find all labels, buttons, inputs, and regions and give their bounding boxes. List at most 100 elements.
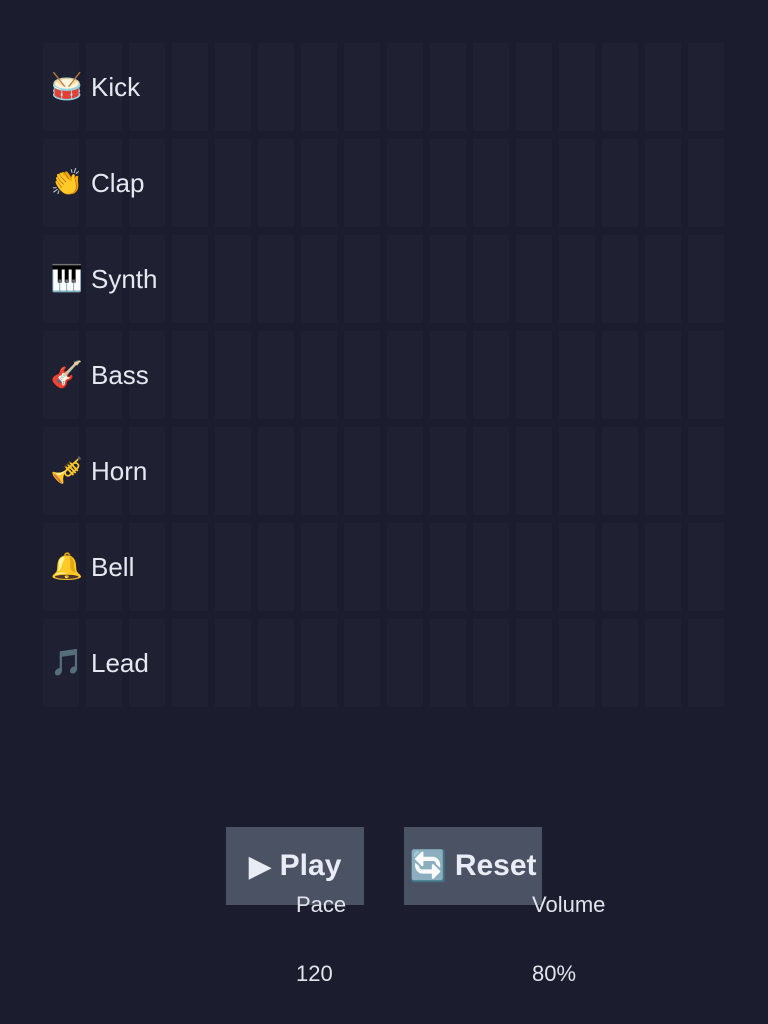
step-cell[interactable] [344, 139, 380, 227]
step-cell[interactable] [430, 43, 466, 131]
step-cell[interactable] [430, 331, 466, 419]
step-cell[interactable] [645, 523, 681, 611]
step-cell[interactable] [387, 331, 423, 419]
step-cell[interactable] [86, 139, 122, 227]
step-cell[interactable] [559, 43, 595, 131]
step-cell[interactable] [86, 619, 122, 707]
step-cell[interactable] [688, 619, 724, 707]
step-cell[interactable] [43, 427, 79, 515]
step-cell[interactable] [473, 235, 509, 323]
step-cell[interactable] [43, 235, 79, 323]
step-cell[interactable] [215, 43, 251, 131]
step-cell[interactable] [301, 523, 337, 611]
step-cell[interactable] [688, 139, 724, 227]
step-cell[interactable] [688, 43, 724, 131]
step-cell[interactable] [86, 331, 122, 419]
step-cell[interactable] [645, 427, 681, 515]
step-cell[interactable] [215, 619, 251, 707]
step-cell[interactable] [602, 619, 638, 707]
step-cell[interactable] [602, 139, 638, 227]
step-cell[interactable] [129, 331, 165, 419]
step-cell[interactable] [215, 331, 251, 419]
step-cell[interactable] [645, 619, 681, 707]
step-cell[interactable] [430, 523, 466, 611]
step-cell[interactable] [387, 427, 423, 515]
step-cell[interactable] [129, 139, 165, 227]
step-cell[interactable] [86, 43, 122, 131]
step-cell[interactable] [688, 427, 724, 515]
step-cell[interactable] [344, 619, 380, 707]
step-cell[interactable] [172, 331, 208, 419]
step-cell[interactable] [258, 619, 294, 707]
step-cell[interactable] [172, 235, 208, 323]
step-cell[interactable] [516, 235, 552, 323]
step-cell[interactable] [344, 235, 380, 323]
step-cell[interactable] [645, 331, 681, 419]
step-cell[interactable] [516, 427, 552, 515]
step-cell[interactable] [559, 619, 595, 707]
pace-value[interactable]: 120 [296, 961, 333, 987]
step-cell[interactable] [387, 235, 423, 323]
step-cell[interactable] [516, 139, 552, 227]
step-cell[interactable] [86, 427, 122, 515]
step-cell[interactable] [215, 235, 251, 323]
step-cell[interactable] [43, 523, 79, 611]
step-cell[interactable] [129, 235, 165, 323]
step-cell[interactable] [129, 619, 165, 707]
step-cell[interactable] [559, 331, 595, 419]
step-cell[interactable] [172, 523, 208, 611]
step-cell[interactable] [559, 139, 595, 227]
step-cell[interactable] [516, 619, 552, 707]
step-cell[interactable] [473, 43, 509, 131]
step-cell[interactable] [43, 619, 79, 707]
step-cell[interactable] [258, 43, 294, 131]
step-cell[interactable] [258, 427, 294, 515]
step-cell[interactable] [258, 235, 294, 323]
step-cell[interactable] [387, 43, 423, 131]
step-cell[interactable] [43, 139, 79, 227]
step-cell[interactable] [559, 427, 595, 515]
step-cell[interactable] [430, 139, 466, 227]
step-cell[interactable] [602, 331, 638, 419]
step-cell[interactable] [129, 523, 165, 611]
step-cell[interactable] [172, 427, 208, 515]
step-cell[interactable] [258, 139, 294, 227]
step-cell[interactable] [344, 523, 380, 611]
step-cell[interactable] [430, 427, 466, 515]
step-cell[interactable] [602, 43, 638, 131]
step-cell[interactable] [473, 523, 509, 611]
step-cell[interactable] [344, 427, 380, 515]
step-cell[interactable] [301, 139, 337, 227]
step-cell[interactable] [172, 43, 208, 131]
step-cell[interactable] [516, 523, 552, 611]
step-cell[interactable] [301, 235, 337, 323]
step-cell[interactable] [688, 235, 724, 323]
step-cell[interactable] [473, 427, 509, 515]
step-cell[interactable] [473, 331, 509, 419]
step-cell[interactable] [387, 139, 423, 227]
step-cell[interactable] [344, 43, 380, 131]
step-cell[interactable] [688, 523, 724, 611]
step-cell[interactable] [258, 331, 294, 419]
step-cell[interactable] [43, 43, 79, 131]
step-cell[interactable] [559, 523, 595, 611]
step-cell[interactable] [215, 139, 251, 227]
step-cell[interactable] [387, 619, 423, 707]
step-cell[interactable] [86, 235, 122, 323]
step-cell[interactable] [129, 427, 165, 515]
reset-button[interactable]: 🔄 Reset [404, 827, 542, 905]
step-cell[interactable] [645, 139, 681, 227]
step-cell[interactable] [301, 427, 337, 515]
step-cell[interactable] [43, 331, 79, 419]
step-cell[interactable] [172, 139, 208, 227]
step-cell[interactable] [301, 619, 337, 707]
step-cell[interactable] [688, 331, 724, 419]
step-cell[interactable] [516, 331, 552, 419]
step-cell[interactable] [301, 331, 337, 419]
step-cell[interactable] [258, 523, 294, 611]
step-cell[interactable] [129, 43, 165, 131]
step-cell[interactable] [430, 619, 466, 707]
step-cell[interactable] [473, 619, 509, 707]
step-cell[interactable] [559, 235, 595, 323]
step-cell[interactable] [602, 523, 638, 611]
